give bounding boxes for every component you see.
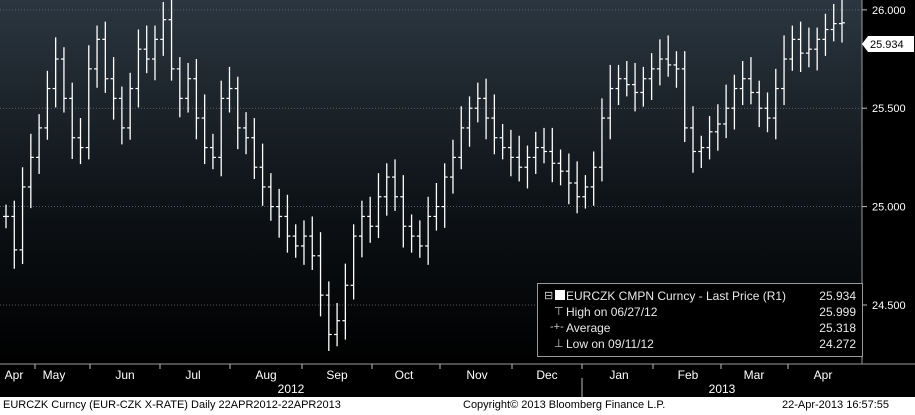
legend-low-label: Low on 09/11/12 bbox=[566, 337, 654, 351]
legend-average-value: 25.318 bbox=[819, 321, 856, 335]
legend-average-label: Average bbox=[566, 321, 611, 335]
legend-low-value: 24.272 bbox=[819, 337, 856, 351]
x-month-label: Apr bbox=[814, 368, 833, 382]
x-month-label: Jul bbox=[185, 368, 200, 382]
y-tick-label: 26.000 bbox=[872, 5, 906, 17]
x-month-label: Dec bbox=[536, 368, 557, 382]
x-month-label: Jun bbox=[115, 368, 134, 382]
legend-high-label: High on 06/27/12 bbox=[566, 305, 658, 319]
legend-series-row: ⊟ EURCZK CMPN Curncy - Last Price (R1) 2… bbox=[544, 289, 856, 305]
last-price-tag-text: 25.934 bbox=[870, 39, 904, 51]
y-tick-label: 25.000 bbox=[872, 202, 906, 214]
legend-series-value: 25.934 bbox=[819, 289, 856, 303]
x-month-label: Feb bbox=[678, 368, 699, 382]
x-month-label: Oct bbox=[395, 368, 414, 382]
legend-average-row: -+- Average 25.318 bbox=[544, 321, 856, 337]
legend-high-row: ⊤ High on 06/27/12 25.999 bbox=[544, 305, 856, 321]
x-year-label: 2013 bbox=[709, 382, 736, 396]
x-month-label: Nov bbox=[466, 368, 487, 382]
legend-swatch-icon: ⊟ bbox=[544, 289, 566, 302]
footer-bar: EURCZK Curncy (EUR-CZK X-RATE) Daily 22A… bbox=[0, 397, 915, 415]
low-marker-icon: ⊥ bbox=[554, 338, 564, 350]
legend-low-row: ⊥ Low on 09/11/12 24.272 bbox=[544, 337, 856, 353]
average-marker-icon: -+- bbox=[550, 321, 564, 333]
last-price-tag: 25.934 bbox=[862, 36, 914, 52]
x-month-label: Mar bbox=[744, 368, 765, 382]
x-month-label: Apr bbox=[5, 368, 24, 382]
high-marker-icon: ⊤ bbox=[554, 306, 564, 318]
footer-timestamp: 22-Apr-2013 16:57:55 bbox=[782, 399, 890, 411]
y-tick-label: 25.500 bbox=[872, 103, 906, 115]
footer-copyright: Copyright© 2013 Bloomberg Finance L.P. bbox=[463, 399, 666, 411]
x-month-label: May bbox=[43, 368, 66, 382]
x-month-label: Sep bbox=[326, 368, 348, 382]
x-month-label: Aug bbox=[255, 368, 276, 382]
x-axis: Apr May Jun Jul Aug Sep Oct Nov Dec Jan Feb Mar Apr 2… bbox=[5, 364, 833, 397]
chart-legend: ⊟ EURCZK CMPN Curncy - Last Price (R1) 2… bbox=[537, 283, 863, 357]
x-month-label: Jan bbox=[609, 368, 628, 382]
legend-high-value: 25.999 bbox=[819, 305, 856, 319]
y-tick-label: 24.500 bbox=[872, 300, 906, 312]
x-year-label: 2012 bbox=[278, 382, 305, 396]
chart-window: 24.500 25.000 25.500 26.000 Apr May Jun Jul Aug… bbox=[0, 0, 915, 415]
legend-series-name: EURCZK CMPN Curncy - Last Price (R1) bbox=[566, 289, 787, 303]
footer-ticker: EURCZK Curncy (EUR-CZK X-RATE) Daily 22A… bbox=[3, 399, 341, 411]
